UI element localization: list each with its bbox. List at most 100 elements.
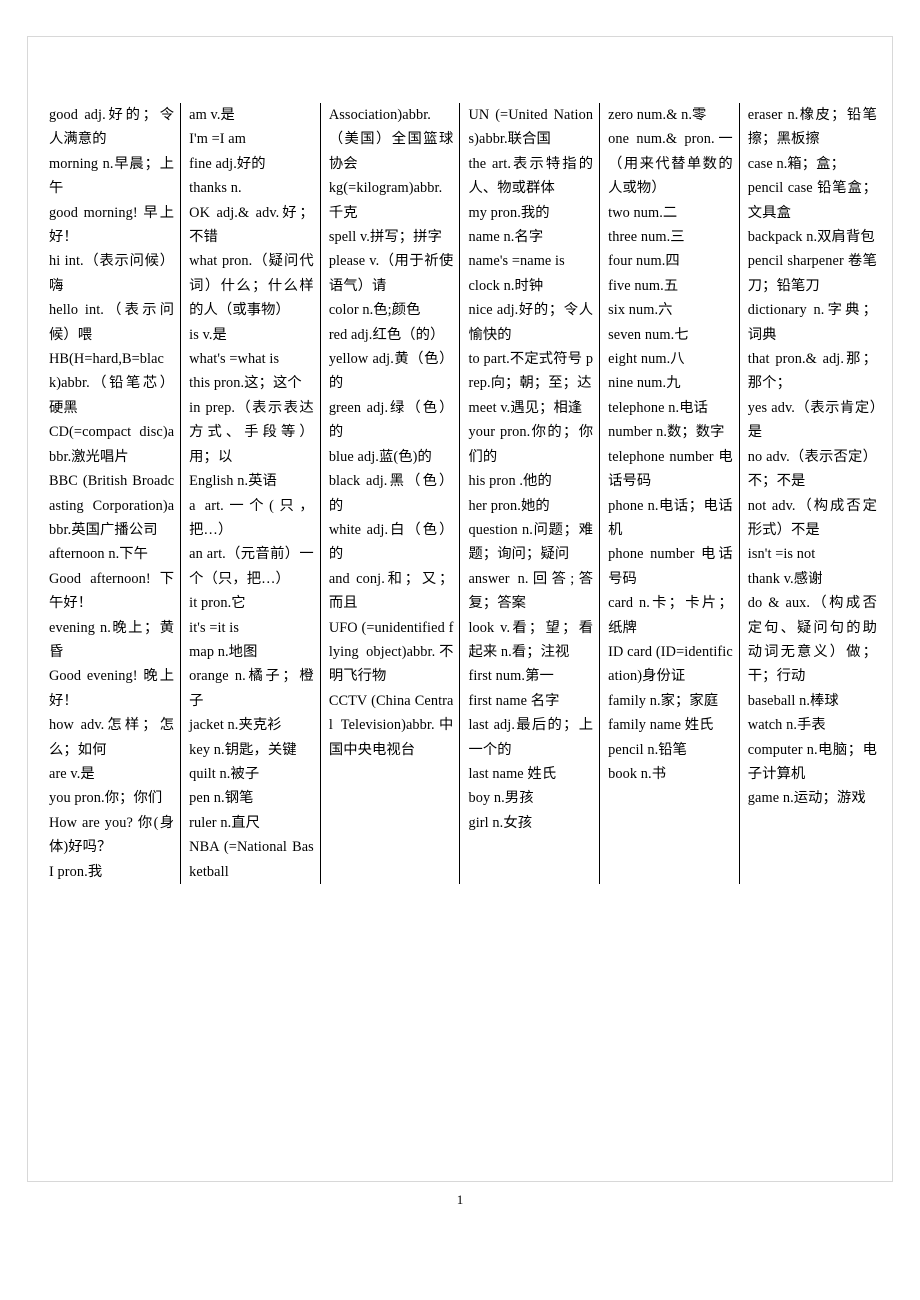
entry-text: no adv.（表示否定）不；不是 bbox=[747, 448, 877, 490]
entry-text: it pron.它 bbox=[189, 595, 246, 612]
entry-text: telephone number 电话号码 bbox=[608, 448, 733, 490]
entry-text: your pron.你的；你们的 bbox=[468, 424, 594, 465]
vocabulary-table-container: good adj.好的；令人满意的 morning n.早晨；上午 good m… bbox=[41, 103, 879, 884]
entry-text: is v.是 bbox=[189, 326, 227, 343]
entry-text: HB(H=hard,B=black)abbr.（铅笔芯）硬黑 bbox=[49, 351, 175, 416]
entry-text: the art.表示特指的人、物或群体 bbox=[468, 155, 594, 197]
entry-text: computer n.电脑；电子计算机 bbox=[747, 741, 877, 782]
entry-text: BBC (British Broadcasting Corporation)ab… bbox=[49, 473, 175, 538]
entry-text: three num.三 bbox=[608, 229, 685, 246]
vocabulary-column-3: Association)abbr.（美国）全国篮球协会 kg(=kilogram… bbox=[320, 103, 461, 884]
entry-text: seven num.七 bbox=[608, 326, 689, 343]
entry-text: fine adj.好的 bbox=[189, 155, 266, 172]
entry-text: family name 姓氏 bbox=[608, 717, 714, 734]
entry-text: question n.问题；难题；询问；疑问 bbox=[468, 521, 594, 563]
entry-text: nice adj.好的；令人愉快的 bbox=[468, 302, 594, 343]
entry-text: white adj.白（色）的 bbox=[328, 521, 454, 563]
entry-text: his pron .他的 bbox=[468, 473, 552, 490]
entry-text: last name 姓氏 bbox=[468, 765, 557, 782]
entry-text: an art.（元音前）一个（只，把…） bbox=[189, 546, 314, 587]
entry-text: two num.二 bbox=[608, 204, 678, 221]
vocabulary-column-6: eraser n.橡皮；铅笔擦；黑板擦 case n.箱；盒； pencil c… bbox=[739, 103, 879, 884]
entry-text: family n.家；家庭 bbox=[608, 692, 719, 709]
entry-text: phone n.电话；电话机 bbox=[608, 497, 733, 538]
entry-text: Good evening! 晚上好！ bbox=[49, 668, 175, 709]
entry-text: ID card (ID=identification)身份证 bbox=[608, 643, 733, 685]
document-page: good adj.好的；令人满意的 morning n.早晨；上午 good m… bbox=[0, 0, 920, 1300]
entry-text: CD(=compact disc)abbr.激光唱片 bbox=[49, 424, 175, 465]
entry-text: blue adj.蓝(色)的 bbox=[328, 448, 432, 465]
entry-text: please v.（用于祈使语气）请 bbox=[328, 253, 454, 294]
entry-text: telephone n.电话 bbox=[608, 399, 708, 416]
entry-text: in prep.（表示表达方式、手段等）用；以 bbox=[189, 399, 314, 465]
entry-text: NBA (=National Basketball bbox=[189, 839, 314, 880]
entry-text: backpack n.双肩背包 bbox=[747, 229, 875, 246]
entry-text: one num.& pron.一（用来代替单数的人或物） bbox=[608, 131, 733, 197]
entry-text: yellow adj.黄（色）的 bbox=[328, 351, 454, 392]
entry-text: are v.是 bbox=[49, 765, 95, 782]
entry-text: dictionary n.字典；词典 bbox=[747, 302, 877, 343]
entry-text: boy n.男孩 bbox=[468, 790, 534, 807]
vocabulary-table: good adj.好的；令人满意的 morning n.早晨；上午 good m… bbox=[41, 103, 879, 884]
entry-text: orange n.橘子；橙子 bbox=[189, 668, 314, 709]
entry-text: thanks n. bbox=[189, 180, 242, 197]
entry-text: spell v.拼写；拼字 bbox=[328, 229, 442, 246]
entry-text: red adj.红色（的） bbox=[328, 326, 445, 343]
entry-text: five num.五 bbox=[608, 277, 679, 294]
entry-text: phone number 电话号码 bbox=[608, 546, 733, 587]
entry-text: green adj.绿（色）的 bbox=[328, 399, 454, 441]
entry-text: eight num.八 bbox=[608, 351, 685, 368]
entry-text: ruler n.直尺 bbox=[189, 814, 261, 831]
entry-text: her pron.她的 bbox=[468, 497, 550, 514]
entry-text: six num.六 bbox=[608, 302, 673, 319]
entry-text: morning n.早晨；上午 bbox=[49, 155, 175, 197]
entry-text: card n.卡；卡片；纸牌 bbox=[608, 595, 733, 636]
entry-text: map n.地图 bbox=[189, 643, 258, 660]
entry-text: pencil sharpener 卷笔刀；铅笔刀 bbox=[747, 253, 877, 294]
entry-text: isn't =is not bbox=[747, 546, 816, 563]
entry-text: not adv.（构成否定形式）不是 bbox=[747, 497, 877, 538]
entry-text: CCTV (China Central Television)abbr.中国中央… bbox=[328, 692, 454, 758]
entry-text: look v.看；望；看起来 n.看；注视 bbox=[468, 619, 594, 660]
entry-text: answer n.回答;答复；答案 bbox=[468, 570, 594, 612]
entry-text: number n.数；数字 bbox=[608, 424, 725, 441]
entry-text: game n.运动；游戏 bbox=[747, 790, 866, 807]
entry-text: name n.名字 bbox=[468, 229, 544, 246]
entry-text: good adj.好的；令人满意的 bbox=[49, 107, 175, 148]
entry-text: key n.钥匙，关键 bbox=[189, 741, 297, 758]
entry-text: four num.四 bbox=[608, 253, 680, 270]
entry-text: how adv.怎样；怎么；如何 bbox=[49, 717, 175, 758]
entry-text: book n.书 bbox=[608, 765, 667, 782]
entry-text: zero num.& n.零 bbox=[608, 107, 707, 123]
entry-text: case n.箱；盒； bbox=[747, 155, 845, 172]
entry-text: clock n.时钟 bbox=[468, 277, 544, 294]
entry-text: OK adj.& adv.好；不错 bbox=[189, 204, 314, 246]
entry-text: you pron.你；你们 bbox=[49, 790, 163, 807]
entry-text: afternoon n.下午 bbox=[49, 546, 149, 563]
entry-text: hi int.（表示问候）嗨 bbox=[49, 253, 175, 294]
entry-text: and conj.和；又；而且 bbox=[328, 570, 454, 612]
vocabulary-column-1: good adj.好的；令人满意的 morning n.早晨；上午 good m… bbox=[41, 103, 182, 884]
entry-text: evening n.晚上；黄昏 bbox=[49, 619, 175, 660]
entry-text: am v.是 bbox=[189, 107, 235, 123]
entry-text: I'm =I am bbox=[189, 131, 246, 148]
vocabulary-column-2: am v.是 I'm =I am fine adj.好的 thanks n. O… bbox=[180, 103, 321, 884]
entry-text: what's =what is bbox=[189, 351, 280, 368]
entry-text: that pron.& adj.那；那个； bbox=[747, 351, 877, 392]
entry-text: watch n.手表 bbox=[747, 717, 826, 734]
entry-text: girl n.女孩 bbox=[468, 814, 533, 831]
entry-text: pencil case 铅笔盒；文具盒 bbox=[747, 180, 877, 221]
entry-text: kg(=kilogram)abbr.千克 bbox=[328, 180, 443, 221]
entry-text: last adj.最后的；上一个的 bbox=[468, 717, 594, 758]
entry-text: nine num.九 bbox=[608, 375, 681, 392]
entry-text: do & aux.（构成否定句、疑问句的助动词无意义）做；干；行动 bbox=[747, 595, 877, 685]
entry-text: black adj.黑（色）的 bbox=[328, 473, 454, 514]
entry-text: UFO (=unidentified flying object)abbr.不明… bbox=[328, 619, 454, 685]
entry-text: to part.不定式符号 prep.向；朝；至；达 bbox=[468, 351, 594, 392]
entry-text: a art.一个(只，把…） bbox=[189, 497, 314, 538]
entry-text: what pron.（疑问代词）什么；什么样的人（或事物） bbox=[189, 253, 314, 319]
entry-text: jacket n.夹克衫 bbox=[189, 717, 282, 734]
entry-text: How are you? 你(身体)好吗？ bbox=[49, 814, 175, 856]
entry-text: first name 名字 bbox=[468, 692, 560, 709]
entry-text: hello int.（表示问候）喂 bbox=[49, 302, 175, 343]
